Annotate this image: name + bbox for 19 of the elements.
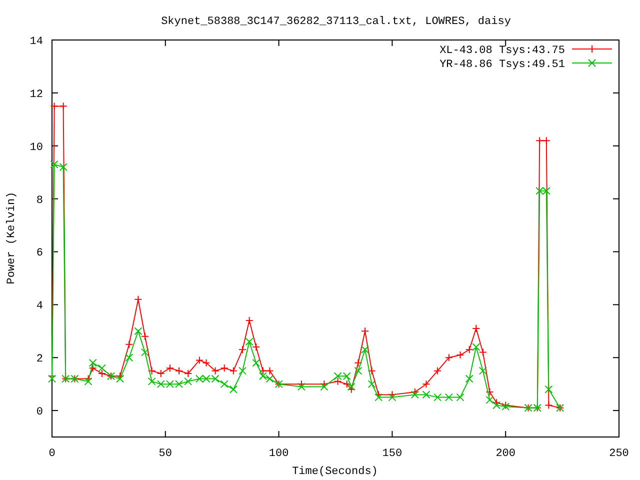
x-tick-label: 100 bbox=[268, 448, 289, 460]
y-tick-label: 2 bbox=[36, 354, 43, 366]
y-tick-label: 4 bbox=[36, 300, 43, 313]
chart-title: Skynet_58388_3C147_36282_37113_cal.txt, LOWRES, daisy bbox=[161, 16, 511, 28]
x-tick-label: 50 bbox=[158, 448, 172, 460]
x-tick-label: 150 bbox=[382, 448, 402, 460]
y-tick-label: 8 bbox=[36, 194, 43, 207]
y-tick-label: 6 bbox=[36, 248, 43, 260]
y-tick-label: 12 bbox=[30, 88, 43, 101]
legend-label: XL-43.08 Tsys:43.75 bbox=[440, 45, 565, 57]
x-tick-label: 200 bbox=[496, 448, 516, 460]
y-tick-label: 14 bbox=[30, 36, 43, 48]
y-axis-label: Power (Kelvin) bbox=[6, 192, 18, 284]
x-tick-label: 0 bbox=[48, 448, 56, 460]
x-tick-label: 250 bbox=[609, 448, 629, 460]
y-tick-label: 10 bbox=[30, 142, 43, 154]
y-tick-label: 0 bbox=[36, 406, 43, 419]
legend-label: YR-48.86 Tsys:49.51 bbox=[440, 59, 565, 71]
x-axis-label: Time(Seconds) bbox=[292, 466, 378, 478]
